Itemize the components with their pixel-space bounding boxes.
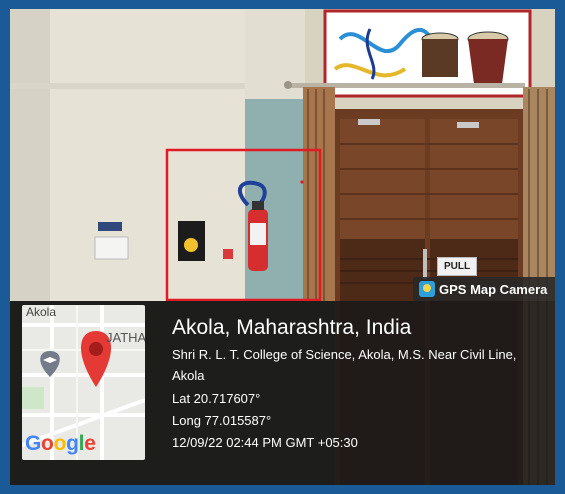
gps-badge-label: GPS Map Camera [439,281,548,297]
pull-sign: PULL [437,257,477,276]
map-area-label: JATHA [106,330,145,345]
longitude: Long 77.015587° [172,413,272,428]
gps-map-camera-badge: GPS Map Camera [413,277,555,301]
door-bolt-right [457,122,479,128]
wall-band [10,83,245,89]
location-title: Akola, Maharashtra, India [172,316,412,339]
gps-camera-icon [419,281,435,297]
highlight-dot [300,180,304,184]
latitude: Lat 20.717607° [172,391,261,406]
door-handle [423,249,427,279]
tabla-left-body [422,39,458,77]
door-bolt-left [358,119,380,125]
tabla-right-body [468,39,508,84]
map-thumbnail[interactable]: Akola JATHA Google [22,305,145,460]
safety-sign-emblem [184,238,198,252]
map-town-label: Akola [26,305,57,319]
location-info: Akola, Maharashtra, India Shri R. L. T. … [172,315,544,452]
extinguisher-valve [252,201,264,210]
rod-end [284,81,292,89]
door-panel-right [430,119,518,239]
photo-frame: Akola JATHA Google PULL GPS Map Camera A… [10,9,555,485]
location-address: Shri R. L. T. College of Science, Akola,… [172,347,517,383]
extinguisher-label [250,223,266,245]
alarm-box [223,249,233,259]
switch-board [94,236,129,260]
switch-label [98,222,122,231]
google-logo: Google [25,432,96,455]
door-panel-left [340,119,425,239]
timestamp: 12/09/22 02:44 PM GMT +05:30 [172,435,358,450]
